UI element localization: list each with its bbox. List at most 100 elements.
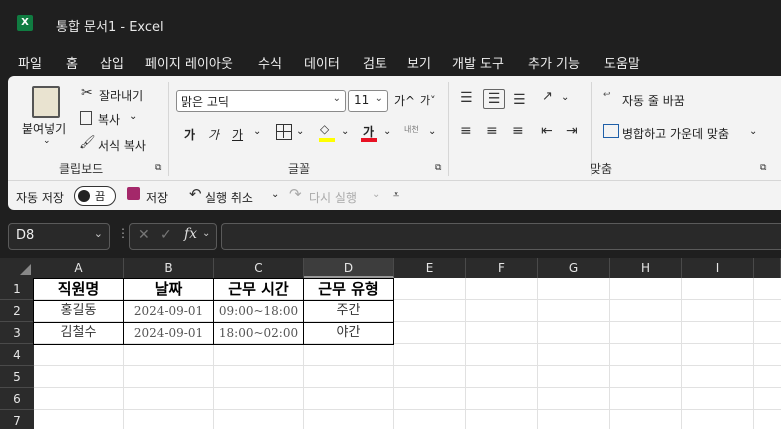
redo-button[interactable]: 다시 실행 xyxy=(309,189,357,206)
tab-addins[interactable]: 추가 기능 xyxy=(528,53,580,72)
increase-indent-icon[interactable]: ⇥ xyxy=(566,123,578,139)
align-top-icon[interactable]: ☰ xyxy=(460,90,473,106)
row-header-2[interactable]: 2 xyxy=(0,300,34,322)
phonetic-dropdown-icon[interactable]: ⌄ xyxy=(428,126,436,137)
cell-c3[interactable]: 18:00~02:00 xyxy=(214,322,304,344)
row-header-7[interactable]: 7 xyxy=(0,410,34,429)
cut-button[interactable]: 잘라내기 xyxy=(99,87,143,104)
spreadsheet-grid[interactable]: A B C D E F G H I 1 2 3 4 5 6 7 직원명 날짜 근… xyxy=(0,258,781,429)
gridline-col xyxy=(753,278,754,429)
align-bottom-icon[interactable]: ☰ xyxy=(513,92,526,108)
column-header-e[interactable]: E xyxy=(394,258,466,278)
chevron-down-icon[interactable]: ⌄ xyxy=(202,228,210,239)
more-options-icon[interactable]: ⋮ xyxy=(117,226,129,240)
column-header-h[interactable]: H xyxy=(610,258,682,278)
grow-font-button[interactable]: 가^ xyxy=(394,92,415,109)
tab-help[interactable]: 도움말 xyxy=(604,53,640,72)
font-launcher-icon[interactable]: ⧉ xyxy=(435,163,441,173)
align-right-icon[interactable]: ≡ xyxy=(512,123,524,139)
redo-dropdown-icon[interactable]: ⌄ xyxy=(372,189,380,200)
column-header-b[interactable]: B xyxy=(124,258,214,278)
borders-icon[interactable] xyxy=(276,124,292,140)
save-button[interactable]: 저장 xyxy=(146,189,168,206)
column-header-a[interactable]: A xyxy=(34,258,124,278)
cell-b1[interactable]: 날짜 xyxy=(124,278,214,300)
wrap-text-button[interactable]: 자동 줄 바꿈 xyxy=(622,92,685,109)
column-header-f[interactable]: F xyxy=(466,258,538,278)
table-border-h xyxy=(33,300,394,301)
customize-toolbar-icon[interactable]: ⩡ xyxy=(393,188,399,202)
align-middle-icon[interactable]: ☰ xyxy=(483,89,505,109)
tab-view[interactable]: 보기 xyxy=(407,53,431,72)
copy-button[interactable]: 복사 xyxy=(98,111,120,128)
tab-review[interactable]: 검토 xyxy=(363,53,387,72)
undo-icon[interactable]: ↶ xyxy=(189,185,202,203)
autosave-toggle[interactable]: 끔 xyxy=(74,186,116,206)
save-icon[interactable] xyxy=(127,187,140,200)
paste-dropdown-icon[interactable]: ⌄ xyxy=(43,136,51,146)
column-header-i[interactable]: I xyxy=(682,258,754,278)
borders-dropdown-icon[interactable]: ⌄ xyxy=(296,126,304,137)
clipboard-launcher-icon[interactable]: ⧉ xyxy=(155,163,161,173)
column-header-d[interactable]: D xyxy=(304,258,394,278)
cell-d1[interactable]: 근무 유형 xyxy=(304,278,394,300)
tab-home[interactable]: 홈 xyxy=(65,53,79,80)
cell-a3[interactable]: 김철수 xyxy=(34,322,124,344)
copy-dropdown-icon[interactable]: ⌄ xyxy=(129,111,137,122)
tab-formulas[interactable]: 수식 xyxy=(258,53,282,72)
fill-color-icon[interactable]: ◇ xyxy=(320,122,329,136)
borders-icon-hline xyxy=(276,131,291,132)
format-painter-button[interactable]: 서식 복사 xyxy=(98,137,146,154)
cell-d2[interactable]: 주간 xyxy=(304,300,394,322)
orientation-icon[interactable]: ↗ xyxy=(542,89,553,104)
cell-c1[interactable]: 근무 시간 xyxy=(214,278,304,300)
bold-button[interactable]: 가 xyxy=(184,126,195,143)
paste-button[interactable]: 붙여넣기 xyxy=(22,120,66,137)
decrease-indent-icon[interactable]: ⇤ xyxy=(541,123,553,139)
column-header-c[interactable]: C xyxy=(214,258,304,278)
row-header-6[interactable]: 6 xyxy=(0,388,34,410)
column-header-next[interactable] xyxy=(754,258,781,278)
undo-button[interactable]: 실행 취소 xyxy=(205,189,253,206)
italic-button[interactable]: 가 xyxy=(208,126,219,143)
tab-insert[interactable]: 삽입 xyxy=(100,53,124,72)
row-header-1[interactable]: 1 xyxy=(0,278,34,300)
merge-center-button[interactable]: 병합하고 가운데 맞춤 xyxy=(622,125,729,142)
cell-a1[interactable]: 직원명 xyxy=(34,278,124,300)
tab-file[interactable]: 파일 xyxy=(18,53,42,72)
underline-button[interactable]: 가 xyxy=(232,126,243,143)
orientation-dropdown-icon[interactable]: ⌄ xyxy=(561,92,569,103)
cell-c2[interactable]: 09:00~18:00 xyxy=(214,300,304,322)
cancel-icon[interactable]: ✕ xyxy=(138,227,150,243)
tab-developer[interactable]: 개발 도구 xyxy=(452,53,504,72)
alignment-launcher-icon[interactable]: ⧉ xyxy=(760,163,766,173)
undo-dropdown-icon[interactable]: ⌄ xyxy=(271,189,279,200)
select-all-corner[interactable] xyxy=(0,258,34,278)
phonetic-button[interactable]: 내천 xyxy=(404,124,419,135)
font-name-select[interactable]: 맑은 고딕 ⌄ xyxy=(176,90,346,112)
column-header-g[interactable]: G xyxy=(538,258,610,278)
insert-function-icon[interactable]: fx xyxy=(184,226,197,242)
row-header-4[interactable]: 4 xyxy=(0,344,34,366)
cell-a2[interactable]: 홍길동 xyxy=(34,300,124,322)
formula-input[interactable] xyxy=(221,223,781,250)
cell-b2[interactable]: 2024-09-01 xyxy=(124,300,214,322)
cell-b3[interactable]: 2024-09-01 xyxy=(124,322,214,344)
redo-icon[interactable]: ↷ xyxy=(289,185,302,203)
paste-icon[interactable] xyxy=(32,86,60,118)
align-center-icon[interactable]: ≡ xyxy=(486,123,498,139)
tab-data[interactable]: 데이터 xyxy=(304,53,340,72)
shrink-font-button[interactable]: 가˅ xyxy=(420,92,436,108)
align-left-icon[interactable]: ≡ xyxy=(460,123,472,139)
cell-d3[interactable]: 야간 xyxy=(304,322,394,344)
row-header-3[interactable]: 3 xyxy=(0,322,34,344)
fill-dropdown-icon[interactable]: ⌄ xyxy=(341,126,349,137)
merge-dropdown-icon[interactable]: ⌄ xyxy=(749,126,757,137)
font-size-select[interactable]: 11 ⌄ xyxy=(348,90,388,112)
name-box[interactable]: D8 ⌄ xyxy=(8,223,110,250)
underline-dropdown-icon[interactable]: ⌄ xyxy=(253,126,261,137)
tab-page-layout[interactable]: 페이지 레이아웃 xyxy=(145,53,233,72)
font-color-dropdown-icon[interactable]: ⌄ xyxy=(383,126,391,137)
row-header-5[interactable]: 5 xyxy=(0,366,34,388)
enter-icon[interactable]: ✓ xyxy=(160,227,172,243)
